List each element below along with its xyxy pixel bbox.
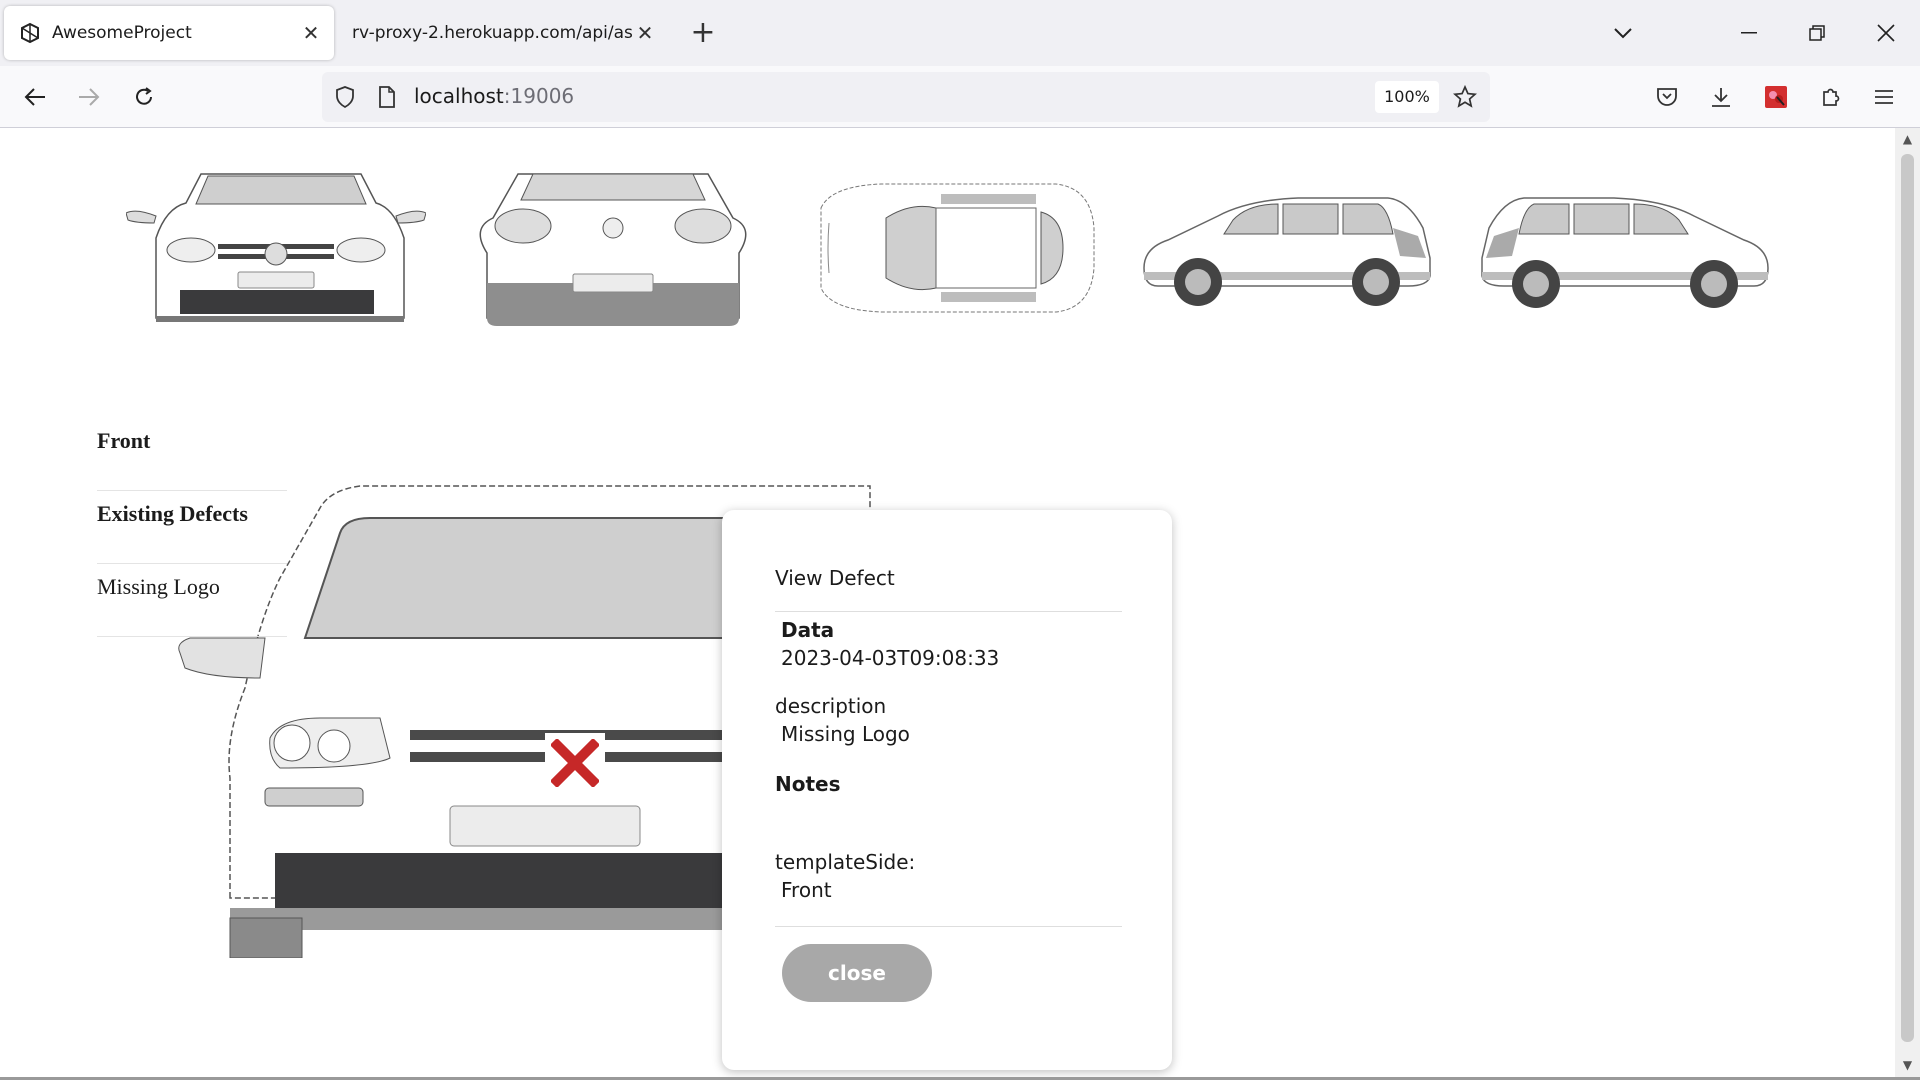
scroll-down-arrow-icon[interactable]: ▼ bbox=[1900, 1058, 1915, 1073]
extension-icon[interactable] bbox=[1758, 79, 1794, 115]
new-tab-button[interactable]: + bbox=[688, 18, 718, 49]
thumbnail-front-view[interactable] bbox=[125, 168, 427, 328]
url-host: localhost bbox=[414, 84, 504, 108]
page-icon[interactable] bbox=[374, 84, 400, 110]
tab-strip: AwesomeProject ✕ rv-proxy-2.herokuapp.co… bbox=[0, 0, 1920, 66]
defect-sidebar: Front Existing Defects Missing Logo bbox=[97, 418, 287, 637]
thumbnail-left-side-view[interactable] bbox=[1138, 168, 1438, 328]
shield-icon[interactable] bbox=[332, 84, 358, 110]
divider bbox=[775, 926, 1122, 927]
divider bbox=[775, 611, 1122, 612]
minimize-icon[interactable] bbox=[1734, 18, 1764, 48]
view-defect-modal: View Defect Data 2023-04-03T09:08:33 des… bbox=[722, 510, 1172, 1070]
back-arrow-icon[interactable] bbox=[17, 79, 53, 115]
existing-defects-heading: Existing Defects bbox=[97, 491, 287, 564]
star-bookmark-icon[interactable] bbox=[1452, 84, 1478, 110]
close-icon[interactable]: ✕ bbox=[632, 20, 658, 46]
address-bar[interactable]: localhost:19006 100% bbox=[322, 72, 1490, 122]
thumbnail-top-view[interactable] bbox=[801, 168, 1101, 328]
tab-api-proxy[interactable]: rv-proxy-2.herokuapp.com/api/asse ✕ bbox=[338, 6, 668, 60]
modal-title: View Defect bbox=[775, 566, 895, 590]
thumbnail-rear-view[interactable] bbox=[463, 168, 763, 328]
expo-icon bbox=[18, 21, 42, 45]
side-heading: Front bbox=[97, 418, 287, 491]
description-value: Missing Logo bbox=[781, 722, 910, 746]
extensions-puzzle-icon[interactable] bbox=[1813, 79, 1849, 115]
vehicle-views bbox=[125, 168, 1769, 328]
notes-label: Notes bbox=[775, 772, 841, 796]
template-side-label: templateSide: bbox=[775, 850, 916, 874]
defect-marker-x-icon[interactable] bbox=[545, 733, 605, 793]
url-port: :19006 bbox=[503, 84, 575, 108]
window-close-icon[interactable] bbox=[1871, 18, 1901, 48]
restore-icon[interactable] bbox=[1802, 18, 1832, 48]
template-side-value: Front bbox=[781, 878, 832, 902]
data-label: Data bbox=[781, 618, 835, 642]
scroll-up-arrow-icon[interactable]: ▲ bbox=[1900, 132, 1915, 147]
thumbnail-right-side-view[interactable] bbox=[1474, 168, 1774, 328]
tab-title: rv-proxy-2.herokuapp.com/api/asse bbox=[352, 23, 632, 43]
url-text: localhost:19006 bbox=[414, 84, 574, 108]
data-value: 2023-04-03T09:08:33 bbox=[781, 646, 1000, 670]
scroll-thumb[interactable] bbox=[1901, 154, 1914, 1042]
reload-icon[interactable] bbox=[126, 79, 162, 115]
forward-arrow-icon[interactable] bbox=[71, 79, 107, 115]
close-icon[interactable]: ✕ bbox=[298, 20, 324, 46]
pocket-icon[interactable] bbox=[1649, 79, 1685, 115]
app-page: Front Existing Defects Missing Logo View… bbox=[0, 128, 1895, 1078]
download-icon[interactable] bbox=[1703, 79, 1739, 115]
list-tabs-chevron-down-icon[interactable] bbox=[1608, 18, 1638, 48]
defect-list-item[interactable]: Missing Logo bbox=[97, 564, 287, 637]
close-button[interactable]: close bbox=[782, 944, 932, 1002]
tab-awesomeproject[interactable]: AwesomeProject ✕ bbox=[4, 6, 334, 60]
zoom-level[interactable]: 100% bbox=[1375, 81, 1439, 113]
description-label: description bbox=[775, 694, 887, 718]
tab-title: AwesomeProject bbox=[52, 23, 192, 43]
menu-hamburger-icon[interactable] bbox=[1866, 79, 1902, 115]
page-scrollbar[interactable]: ▲ ▼ bbox=[1895, 128, 1920, 1078]
navigation-toolbar: localhost:19006 100% bbox=[0, 66, 1920, 128]
